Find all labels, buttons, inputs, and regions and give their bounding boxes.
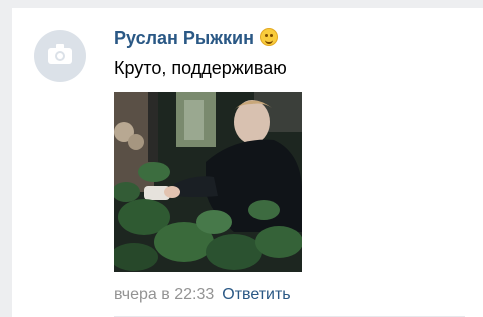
reply-link[interactable]: Ответить [222,286,290,303]
comment-card: Руслан Рыжкин Круто, поддерживаю вчера в… [12,8,483,317]
avatar[interactable] [34,30,86,82]
smiling-face-icon [259,28,278,46]
camera-icon [48,44,72,64]
photo-image [114,92,302,272]
comment-meta: вчера в 22:33 Ответить [114,286,291,304]
comment-text: Круто, поддерживаю [114,58,287,78]
author-name[interactable]: Руслан Рыжкин [114,28,254,48]
comment-date[interactable]: вчера в 22:33 [114,286,214,303]
author-line: Руслан Рыжкин [114,28,278,49]
attached-photo[interactable] [114,92,302,272]
